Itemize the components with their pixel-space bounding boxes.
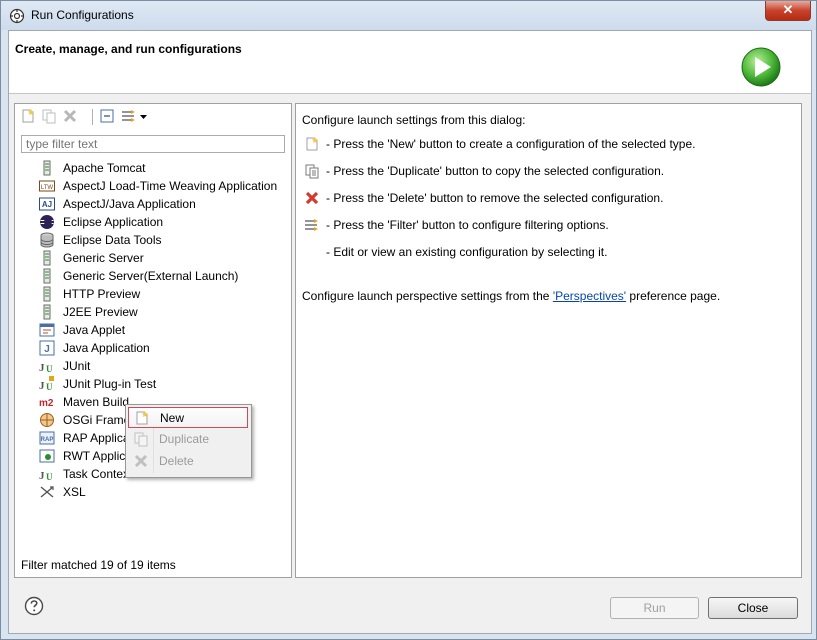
tree-item-label: Generic Server(External Launch) (63, 269, 239, 283)
rap-icon: RAP (39, 431, 55, 445)
filter-status: Filter matched 19 of 19 items (21, 558, 176, 572)
intro-text: Configure launch settings from this dial… (302, 113, 526, 127)
perspectives-link[interactable]: 'Perspectives' (553, 289, 626, 303)
duplicate-icon (305, 164, 319, 179)
delete-icon (305, 191, 319, 205)
svg-text:AJ: AJ (42, 200, 52, 209)
collapse-all-icon[interactable] (99, 108, 115, 124)
delete-icon (134, 454, 148, 468)
title-bar: Run Configurations ✕ (1, 1, 816, 30)
hint-duplicate-text: - Press the 'Duplicate' button to copy t… (326, 164, 665, 178)
menu-item-delete-label: Delete (159, 454, 194, 468)
junit-plugin-icon: JU (39, 376, 54, 392)
tree-item-label: Generic Server (63, 251, 144, 265)
context-menu: New Duplicate Delete (125, 404, 252, 478)
window-title: Run Configurations (31, 8, 134, 22)
tree-item-label: JUnit (63, 359, 91, 373)
hint-edit-text: - Edit or view an existing configuration… (326, 245, 608, 259)
xsl-icon (40, 486, 54, 498)
ltw-icon: LTW (39, 180, 55, 192)
config-toolbar (15, 104, 291, 130)
window-close-button[interactable]: ✕ (765, 1, 811, 21)
duplicate-icon (134, 432, 148, 447)
help-icon[interactable] (24, 596, 44, 616)
tree-item-label: Eclipse Application (63, 215, 164, 229)
tree-item-label: HTTP Preview (63, 287, 141, 301)
tree-item-label: Apache Tomcat (63, 161, 146, 175)
tree-item-label: J2EE Preview (63, 305, 138, 319)
new-config-icon[interactable] (20, 108, 36, 124)
menu-item-duplicate-label: Duplicate (159, 432, 210, 446)
perspective-prefix: Configure launch perspective settings fr… (302, 289, 553, 303)
run-configurations-dialog: Run Configurations ✕ Create, manage, and… (0, 0, 817, 640)
tree-item-label: OSGi Frame (63, 413, 131, 427)
close-button[interactable]: Close (708, 597, 798, 619)
tree-item-label: Maven Build (63, 395, 130, 409)
junit-icon: JU (39, 362, 53, 374)
rwt-icon (39, 449, 55, 463)
filter-icon[interactable] (121, 108, 137, 124)
page-title: Create, manage, and run configurations (15, 42, 242, 56)
dialog-header: Create, manage, and run configurations (9, 31, 811, 94)
tree-item-label: JUnit Plug-in Test (63, 377, 157, 391)
task-context-icon: JU (39, 470, 53, 482)
eclipse-gear-icon (9, 8, 25, 24)
launch-settings-panel: Configure launch settings from this dial… (295, 103, 802, 578)
menu-item-delete[interactable]: Delete (128, 451, 248, 472)
run-banner-icon (741, 47, 781, 87)
java-app-icon: J (39, 340, 55, 356)
tree-item-label: AspectJ/Java Application (63, 197, 196, 211)
svg-text:RAP: RAP (41, 437, 54, 443)
new-config-icon (136, 411, 148, 425)
chevron-down-icon[interactable] (139, 108, 148, 124)
server-icon (43, 250, 51, 266)
config-type-panel: Apache Tomcat LTW AspectJ Load-Time Weavin… (14, 103, 292, 578)
run-button[interactable]: Run (610, 597, 699, 619)
svg-text:J: J (39, 380, 45, 392)
toolbar-separator (92, 109, 93, 125)
tree-item-label: Eclipse Data Tools (63, 233, 162, 247)
dialog-client-area: Create, manage, and run configurations t… (8, 30, 812, 634)
server-icon (43, 286, 51, 302)
svg-text:J: J (39, 362, 45, 374)
aj-icon: AJ (39, 197, 55, 211)
svg-text:U: U (46, 364, 53, 374)
eclipse-icon (40, 215, 54, 229)
hint-filter-text: - Press the 'Filter' button to configure… (326, 218, 609, 232)
svg-text:U: U (46, 382, 53, 392)
svg-text:m2: m2 (39, 398, 54, 409)
tree-item-label: Java Applet (63, 323, 126, 337)
svg-text:U: U (46, 472, 53, 482)
tree-item-label: AspectJ Load-Time Weaving Application (63, 179, 278, 193)
server-icon (43, 160, 51, 176)
applet-icon (39, 323, 55, 337)
database-icon (40, 232, 54, 248)
perspective-text: Configure launch perspective settings fr… (302, 289, 720, 303)
hint-delete-text: - Press the 'Delete' button to remove th… (326, 191, 664, 205)
svg-text:LTW: LTW (41, 185, 54, 191)
delete-icon[interactable] (62, 108, 78, 124)
hint-new-text: - Press the 'New' button to create a con… (326, 137, 696, 151)
server-icon (43, 304, 51, 320)
menu-item-duplicate[interactable]: Duplicate (128, 429, 248, 450)
svg-text:J: J (39, 470, 45, 482)
tree-item-label: Java Application (63, 341, 150, 355)
server-icon (43, 268, 51, 284)
osgi-icon (40, 413, 54, 427)
maven-icon: m2 (39, 398, 54, 409)
filter-icon (305, 219, 318, 231)
tree-item-label: RAP Applica (63, 431, 130, 445)
svg-text:J: J (44, 344, 50, 355)
menu-item-new[interactable]: New (128, 407, 248, 428)
tree-item-label: XSL (63, 485, 86, 499)
filter-input[interactable] (21, 135, 285, 153)
tree-item-label: RWT Applic (63, 449, 126, 463)
duplicate-icon[interactable] (41, 108, 57, 124)
perspective-suffix: preference page. (626, 289, 721, 303)
new-config-icon (306, 137, 318, 151)
menu-item-new-label: New (160, 411, 185, 425)
